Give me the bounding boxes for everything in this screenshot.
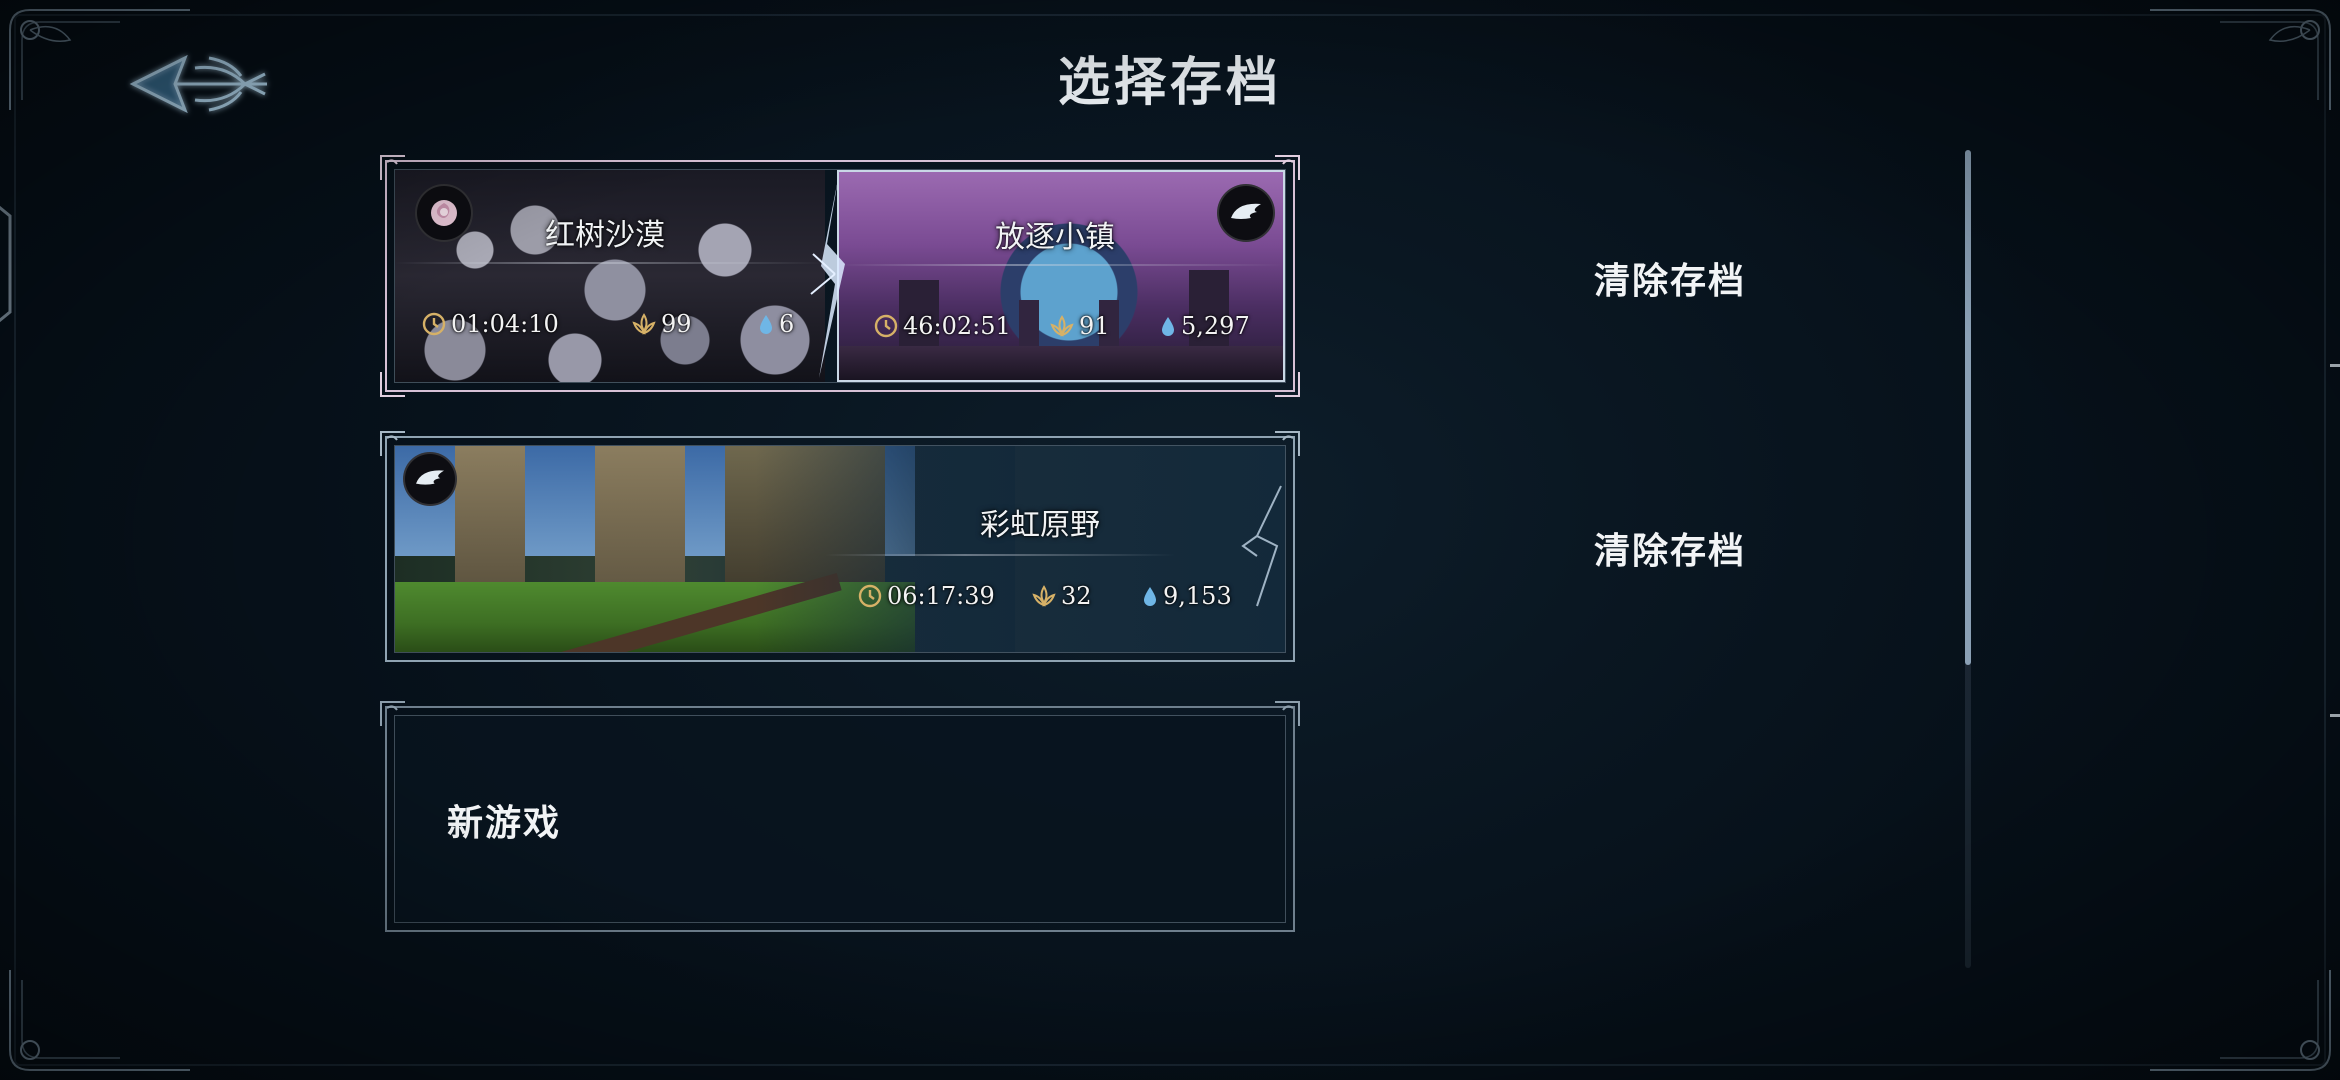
page-title: 选择存档	[1057, 52, 1282, 113]
souls-value: 5,297	[1181, 312, 1250, 340]
lotus-level-icon	[1050, 315, 1074, 337]
playtime: 46:02:51	[873, 312, 1011, 340]
frame-corner-icon	[380, 701, 405, 726]
frame-corner-icon	[380, 372, 405, 397]
area-preview-left: 红树沙漠 01:04:10 99 6	[395, 170, 825, 382]
level: 99	[631, 310, 692, 338]
divider	[839, 264, 1283, 266]
area-preview	[395, 446, 1285, 652]
lotus-level-icon	[1032, 585, 1056, 607]
castle-scenery	[899, 240, 1229, 360]
lightning-divider-icon	[810, 174, 845, 378]
edge-marker	[2330, 364, 2340, 367]
souls: 9,153	[1141, 582, 1232, 610]
playtime: 06:17:39	[857, 582, 995, 610]
ground	[839, 346, 1283, 380]
lotus-level-icon	[632, 313, 656, 335]
souls: 6	[757, 310, 794, 338]
level: 32	[1031, 582, 1092, 610]
souls: 5,297	[1159, 312, 1250, 340]
fade-overlay	[755, 446, 1015, 652]
save-slot-2[interactable]: 彩虹原野 06:17:39 32 9,153	[380, 431, 1300, 662]
playtime-value: 01:04:10	[451, 310, 559, 338]
playtime: 01:04:10	[421, 310, 559, 338]
level-value: 32	[1061, 582, 1092, 610]
wing-emblem-icon	[1217, 184, 1275, 242]
clear-save-button-1[interactable]: 清除存档	[1560, 246, 1780, 316]
frame-corner-icon	[1275, 701, 1300, 726]
area-preview-right: 放逐小镇 46:02:51 91 5,297	[837, 170, 1285, 382]
divider	[825, 554, 1175, 556]
wing-ornament-icon	[1241, 485, 1282, 607]
playtime-value: 46:02:51	[903, 312, 1011, 340]
soul-drop-icon	[1162, 317, 1174, 336]
level-value: 99	[661, 310, 692, 338]
save-select-screen: 选择存档 红树沙漠 01:04:10 99 6 放逐小镇 46:02:51 91…	[0, 0, 2340, 1080]
edge-marker	[2330, 714, 2340, 717]
wing-emblem-icon	[403, 452, 457, 506]
divider	[395, 262, 825, 264]
frame-corner-icon	[1275, 372, 1300, 397]
scrollbar[interactable]	[1965, 150, 1971, 968]
frame-corner-icon	[1275, 155, 1300, 180]
souls-value: 9,153	[1163, 582, 1232, 610]
area-name: 放逐小镇	[995, 220, 1115, 255]
area-name: 红树沙漠	[545, 218, 665, 253]
frame-corner-icon	[1275, 431, 1300, 456]
side-tab-handle[interactable]	[0, 198, 22, 330]
ruin-pillar	[455, 446, 525, 596]
level: 91	[1049, 312, 1110, 340]
soul-drop-icon	[760, 315, 772, 334]
frame-corner-icon	[380, 431, 405, 456]
rose-emblem-icon	[415, 184, 473, 242]
playtime-value: 06:17:39	[887, 582, 995, 610]
frame-corner-icon	[380, 155, 405, 180]
area-name: 彩虹原野	[980, 508, 1100, 543]
new-game-slot[interactable]: 新游戏	[380, 701, 1300, 932]
clock-icon	[874, 314, 898, 338]
save-slot-1[interactable]: 红树沙漠 01:04:10 99 6 放逐小镇 46:02:51 91 5,29…	[380, 155, 1300, 397]
level-value: 91	[1079, 312, 1110, 340]
clock-icon	[858, 584, 882, 608]
clear-save-button-2[interactable]: 清除存档	[1560, 516, 1780, 586]
new-game-label: 新游戏	[447, 802, 562, 844]
clock-icon	[422, 312, 446, 336]
corner-ornament-icon	[9, 970, 190, 1071]
souls-value: 6	[779, 310, 795, 338]
scrollbar-thumb[interactable]	[1965, 150, 1971, 665]
corner-ornament-icon	[2150, 970, 2331, 1071]
soul-drop-icon	[1144, 587, 1156, 606]
